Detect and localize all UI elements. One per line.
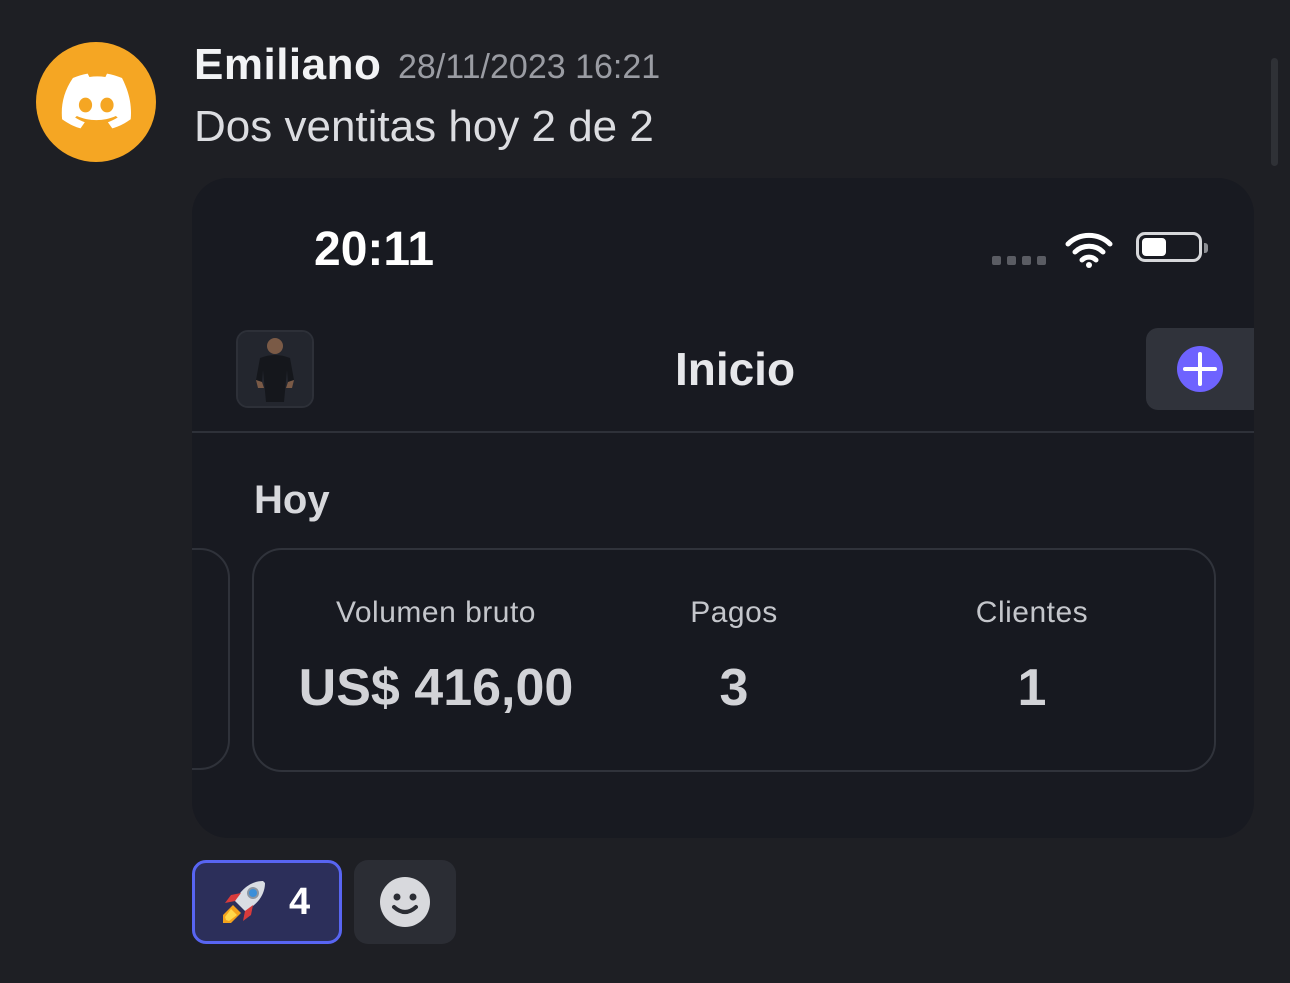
status-bar-time: 20:11	[314, 223, 435, 276]
add-reaction-button[interactable]	[354, 860, 456, 944]
user-avatar[interactable]	[36, 42, 156, 162]
previous-card-edge[interactable]	[192, 548, 230, 770]
stat-label: Clientes	[975, 596, 1089, 629]
wifi-icon	[1065, 232, 1113, 268]
nav-title: Inicio	[674, 343, 796, 395]
stat-value: 3	[719, 659, 749, 717]
stat-clients: Clientes 1	[882, 596, 1182, 718]
signal-dots-icon	[992, 256, 1046, 265]
section-title: Hoy	[254, 478, 330, 522]
chat-scrollbar[interactable]	[1271, 58, 1278, 166]
stats-card[interactable]: Volumen bruto US$ 416,00 Pagos 3 Cliente…	[252, 548, 1216, 772]
message-text: Dos ventitas hoy 2 de 2	[194, 102, 654, 151]
battery-icon	[1136, 232, 1208, 262]
stat-label: Volumen bruto	[336, 596, 536, 629]
rocket-icon	[223, 881, 265, 923]
stat-label: Pagos	[690, 596, 778, 629]
discord-logo-icon	[61, 73, 132, 129]
stat-value: 1	[1017, 659, 1047, 717]
add-button[interactable]	[1146, 328, 1254, 410]
stat-gross-volume: Volumen bruto US$ 416,00	[286, 596, 586, 718]
stat-payments: Pagos 3	[584, 596, 884, 718]
discord-message-view: Emiliano 28/11/2023 16:21 Dos ventitas h…	[0, 0, 1290, 983]
nav-divider	[192, 431, 1254, 433]
stat-value: US$ 416,00	[298, 659, 574, 717]
message-timestamp: 28/11/2023 16:21	[398, 48, 661, 86]
reaction-rocket[interactable]: 4	[192, 860, 342, 944]
attached-screenshot[interactable]: 20:11 Inicio Hoy Volumen bruto US$ 416,0…	[192, 178, 1254, 838]
plus-circle-icon	[1177, 346, 1223, 392]
reaction-count: 4	[289, 880, 311, 923]
smiley-add-reaction-icon	[380, 877, 430, 927]
message-author[interactable]: Emiliano	[194, 40, 381, 90]
